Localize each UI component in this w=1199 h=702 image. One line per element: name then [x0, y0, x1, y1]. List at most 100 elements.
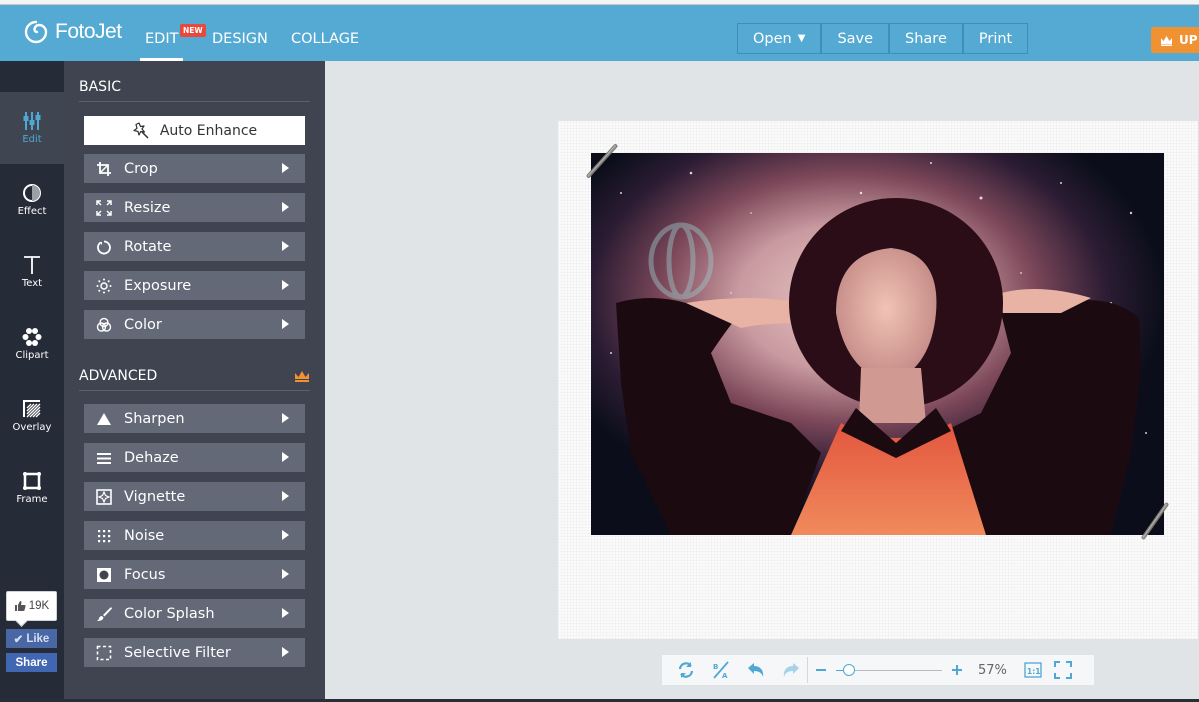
like-label: Like	[26, 632, 50, 645]
crown-icon	[1161, 35, 1172, 46]
arrow-right-icon	[282, 202, 289, 212]
zoom-slider[interactable]	[836, 660, 942, 680]
arrow-right-icon	[282, 319, 289, 329]
rail-label-overlay: Overlay	[12, 422, 52, 433]
tool-label: Dehaze	[124, 449, 179, 466]
nav-tab-collage[interactable]: COLLAGE	[291, 31, 359, 47]
tool-label: Vignette	[124, 488, 186, 505]
rail-label-text: Text	[21, 278, 43, 289]
redo-button[interactable]	[781, 660, 801, 680]
auto-enhance-button[interactable]: Auto Enhance	[84, 116, 305, 145]
arrow-right-icon	[282, 413, 289, 423]
tool-color[interactable]: Color	[84, 310, 305, 339]
caret-down-icon: ▼	[797, 33, 806, 44]
zoom-slider-knob[interactable]	[842, 664, 855, 676]
sliders-icon	[23, 112, 41, 130]
tool-selective-filter[interactable]: Selective Filter	[84, 638, 305, 667]
actual-size-button[interactable]: 1:1	[1023, 660, 1043, 680]
edited-photo[interactable]	[591, 153, 1164, 535]
rail-item-edit[interactable]: Edit	[0, 92, 64, 164]
tool-sharpen[interactable]: Sharpen	[84, 404, 305, 433]
auto-enhance-label: Auto Enhance	[159, 122, 258, 139]
arrow-right-icon	[282, 280, 289, 290]
section-basic: BASIC	[79, 79, 310, 102]
tool-label: Sharpen	[124, 410, 185, 427]
upgrade-button[interactable]: UP	[1151, 27, 1199, 53]
tool-vignette[interactable]: Vignette	[84, 482, 305, 511]
save-button[interactable]: Save	[822, 24, 891, 53]
tool-dehaze[interactable]: Dehaze	[84, 443, 305, 472]
undo-icon	[748, 663, 764, 677]
color-circles-icon	[96, 317, 112, 332]
minus-icon	[816, 669, 826, 671]
fullscreen-button[interactable]	[1053, 660, 1073, 680]
rail-label-effect: Effect	[17, 206, 47, 217]
print-button[interactable]: Print	[964, 24, 1027, 53]
neck	[859, 368, 926, 423]
tool-label: Exposure	[124, 277, 192, 294]
undo-button[interactable]	[746, 660, 766, 680]
arrow-right-icon	[282, 491, 289, 501]
facebook-share-button[interactable]: Share	[6, 653, 57, 672]
rail-item-effect[interactable]: Effect	[0, 164, 64, 236]
edit-panel: BASIC Auto Enhance Crop Resize Rotate Ex…	[64, 61, 325, 702]
rail-label-frame: Frame	[16, 494, 48, 505]
premium-crown-icon	[295, 371, 309, 382]
arrow-right-icon	[282, 647, 289, 657]
tool-exposure[interactable]: Exposure	[84, 271, 305, 300]
thumbs-up-icon	[14, 601, 26, 611]
rail-item-frame[interactable]: Frame	[0, 452, 64, 524]
tool-resize[interactable]: Resize	[84, 193, 305, 222]
tool-color-splash[interactable]: Color Splash	[84, 599, 305, 628]
tool-focus[interactable]: Focus	[84, 560, 305, 589]
tool-crop[interactable]: Crop	[84, 154, 305, 183]
like-count: 19K	[28, 600, 50, 612]
divider	[807, 657, 808, 683]
lines-icon	[97, 452, 111, 464]
tool-rotate[interactable]: Rotate	[84, 232, 305, 261]
flower-icon	[22, 328, 42, 346]
tool-label: Crop	[124, 160, 158, 177]
rail-item-text[interactable]: Text	[0, 236, 64, 308]
brush-icon	[97, 606, 112, 621]
rail-item-overlay[interactable]: Overlay	[0, 380, 64, 452]
photo-content	[610, 162, 1147, 535]
reset-button[interactable]	[676, 660, 696, 680]
facebook-like-button[interactable]: ✔ Like	[6, 629, 57, 648]
open-label: Open	[753, 30, 792, 47]
magic-wand-icon	[133, 121, 149, 139]
canvas-area: BA 57% 1:1	[325, 61, 1199, 702]
nav-tab-design[interactable]: DESIGN	[212, 31, 268, 47]
one-to-one-icon: 1:1	[1024, 662, 1042, 678]
compare-before-after-button[interactable]: BA	[711, 660, 731, 680]
section-advanced-title: ADVANCED	[79, 368, 158, 384]
fullscreen-icon	[1053, 661, 1072, 679]
rail-label-edit: Edit	[22, 134, 42, 145]
focus-icon	[97, 567, 111, 582]
open-button[interactable]: Open ▼	[738, 24, 823, 53]
rail-label-clipart: Clipart	[15, 350, 49, 361]
section-advanced: ADVANCED	[79, 368, 310, 391]
section-basic-title: BASIC	[79, 79, 121, 95]
fotojet-logo[interactable]: FotoJet	[23, 17, 122, 47]
tool-noise[interactable]: Noise	[84, 521, 305, 550]
svg-text:1:1: 1:1	[1027, 667, 1040, 676]
tool-label: Resize	[124, 199, 171, 216]
svg-text:A: A	[722, 672, 728, 679]
nav-tab-edit[interactable]: EDIT	[139, 31, 185, 61]
share-button[interactable]: Share	[890, 24, 964, 53]
tool-label: Rotate	[124, 238, 172, 255]
svg-text:B: B	[713, 663, 718, 671]
arrow-right-icon	[282, 163, 289, 173]
vignette-icon	[96, 488, 112, 505]
dots-grid-icon	[98, 529, 111, 542]
facebook-widget: 19K ✔ Like Share	[6, 591, 57, 672]
upgrade-label: UP	[1179, 33, 1198, 47]
half-circle-icon	[23, 184, 41, 202]
crop-icon	[97, 161, 111, 176]
rail-item-clipart[interactable]: Clipart	[0, 308, 64, 380]
zoom-in-button[interactable]	[950, 660, 964, 680]
file-toolbar: Open ▼ Save Share Print	[737, 23, 1029, 54]
zoom-out-button[interactable]	[814, 660, 828, 680]
tool-label: Color	[124, 316, 162, 333]
